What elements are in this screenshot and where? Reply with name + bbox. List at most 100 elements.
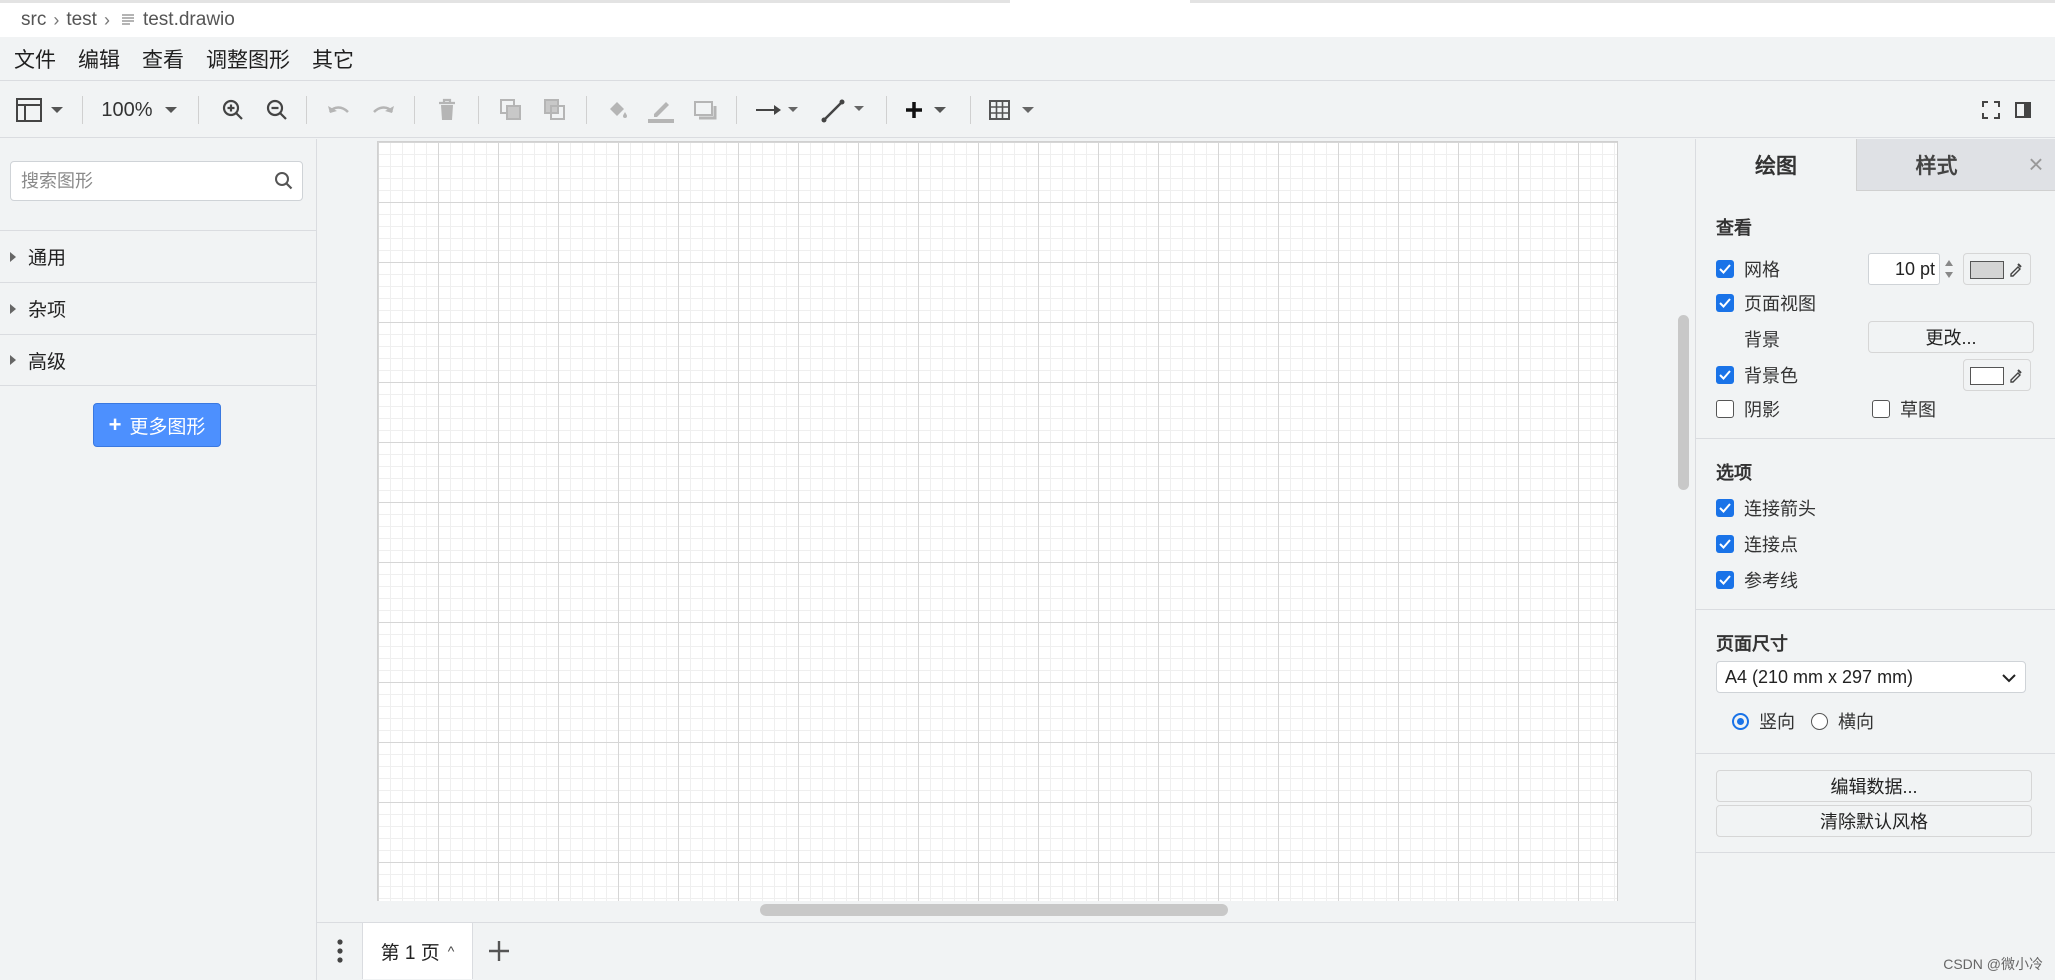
format-panel: 绘图 样式 × 查看 网格 10 pt 页面视图 背景 更改... 背景色 阴影… — [1695, 139, 2055, 980]
line-color-button[interactable] — [644, 82, 678, 138]
diagram-canvas[interactable] — [317, 139, 1695, 922]
breadcrumb-test[interactable]: test — [66, 9, 97, 31]
search-icon[interactable] — [274, 171, 294, 191]
zoom-in-icon — [222, 99, 243, 120]
connection-style-button[interactable] — [752, 82, 806, 138]
menu-extras[interactable]: 其它 — [312, 44, 354, 74]
clear-default-style-button[interactable]: 清除默认风格 — [1716, 805, 2032, 837]
breadcrumb-file[interactable]: test.drawio — [143, 9, 235, 31]
page-tab-1[interactable]: 第 1 页 ^ — [363, 923, 473, 979]
check-icon — [1719, 575, 1731, 585]
grid-color-button[interactable] — [1963, 253, 2031, 285]
waypoints-button[interactable] — [818, 82, 872, 138]
options-heading: 选项 — [1716, 463, 1752, 483]
trash-icon — [439, 98, 455, 120]
menu-file[interactable]: 文件 — [14, 44, 56, 74]
fill-bucket-icon — [610, 102, 627, 118]
horizontal-scrollbar[interactable] — [760, 904, 1228, 916]
menubar: 文件 编辑 查看 调整图形 其它 — [0, 37, 2055, 81]
bg-color-button[interactable] — [1963, 359, 2031, 391]
grid-color-swatch — [1970, 261, 2004, 279]
connection-points-option: 连接点 — [1716, 531, 1798, 557]
page-view-checkbox[interactable] — [1716, 294, 1734, 312]
sidebar-section-advanced[interactable]: 高级 — [0, 334, 316, 386]
to-front-button[interactable] — [494, 82, 528, 138]
zoom-level: 100% — [101, 98, 153, 121]
sketch-label: 草图 — [1900, 400, 1936, 420]
section-label: 通用 — [28, 248, 67, 269]
eyedropper-icon — [2010, 263, 2022, 277]
undo-button[interactable] — [322, 82, 356, 138]
grid-size-stepper[interactable] — [1941, 254, 1957, 284]
zoom-in-button[interactable] — [216, 82, 250, 138]
menu-view[interactable]: 查看 — [142, 44, 184, 74]
vertical-scrollbar[interactable] — [1678, 315, 1689, 490]
layout-panel-icon — [16, 98, 63, 122]
fullscreen-button[interactable] — [1974, 82, 2008, 138]
tab-diagram[interactable]: 绘图 — [1696, 139, 1856, 191]
zoom-dropdown[interactable]: 100% — [96, 82, 186, 138]
bg-color-option: 背景色 — [1716, 362, 1798, 388]
connection-arrows-checkbox[interactable] — [1716, 499, 1734, 517]
sidebar-section-misc[interactable]: 杂项 — [0, 282, 316, 334]
undo-icon — [328, 106, 349, 113]
portrait-radio[interactable] — [1732, 712, 1749, 730]
to-back-icon — [544, 99, 565, 120]
check-icon — [1719, 264, 1731, 274]
to-back-button[interactable] — [538, 82, 572, 138]
menu-edit[interactable]: 编辑 — [78, 44, 120, 74]
zoom-out-button[interactable] — [260, 82, 294, 138]
format-panel-toggle[interactable] — [2006, 82, 2040, 138]
fill-color-button[interactable] — [600, 82, 634, 138]
vertical-dots-icon — [336, 939, 343, 963]
sketch-checkbox[interactable] — [1872, 400, 1890, 418]
background-label: 背景 — [1744, 330, 1780, 350]
shadow-button[interactable] — [688, 82, 722, 138]
delete-button[interactable] — [430, 82, 464, 138]
pages-menu-button[interactable] — [317, 923, 363, 979]
guides-checkbox[interactable] — [1716, 571, 1734, 589]
page-tab-label: 第 1 页 — [380, 942, 440, 964]
bg-color-checkbox[interactable] — [1716, 366, 1734, 384]
insert-button[interactable] — [902, 82, 956, 138]
page-view-option: 页面视图 — [1716, 290, 1816, 316]
grid-page[interactable] — [377, 141, 1618, 901]
breadcrumb-src[interactable]: src — [21, 9, 46, 31]
redo-button[interactable] — [366, 82, 400, 138]
chevron-right-icon: › — [103, 9, 110, 30]
stepper-arrows-icon — [1945, 260, 1953, 278]
connection-arrows-label: 连接箭头 — [1744, 499, 1816, 519]
panel-right-icon — [2015, 102, 2031, 118]
page-size-select[interactable]: A4 (210 mm x 297 mm) — [1716, 661, 2026, 693]
divider — [1696, 609, 2055, 610]
add-page-button[interactable] — [477, 923, 521, 979]
zoom-out-icon — [266, 99, 287, 120]
connection-points-label: 连接点 — [1744, 535, 1798, 555]
portrait-label: 竖向 — [1759, 712, 1795, 732]
chevron-up-icon[interactable]: ^ — [448, 943, 455, 959]
change-background-button[interactable]: 更改... — [1868, 321, 2034, 353]
diagonal-line-icon — [821, 99, 864, 123]
landscape-radio[interactable] — [1811, 712, 1828, 730]
layout-panel-button[interactable] — [12, 82, 66, 138]
shadow-checkbox[interactable] — [1716, 400, 1734, 418]
grid-size-input[interactable]: 10 pt — [1868, 253, 1940, 285]
eyedropper-icon — [2010, 369, 2022, 383]
connection-points-checkbox[interactable] — [1716, 535, 1734, 553]
tab-style[interactable]: 样式 — [1856, 139, 2016, 191]
close-icon[interactable]: × — [2016, 139, 2055, 191]
edit-data-button[interactable]: 编辑数据... — [1716, 770, 2032, 802]
sidebar-section-general[interactable]: 通用 — [0, 230, 316, 282]
expand-triangle-icon — [10, 355, 16, 365]
search-input[interactable] — [21, 169, 261, 193]
menu-arrange[interactable]: 调整图形 — [206, 44, 290, 74]
chevron-down-icon — [164, 107, 177, 113]
table-button[interactable] — [986, 82, 1040, 138]
grid-checkbox[interactable] — [1716, 260, 1734, 278]
check-icon — [1719, 298, 1731, 308]
search-box — [10, 161, 303, 201]
section-label: 高级 — [28, 351, 67, 373]
background-option: 背景 — [1744, 326, 1780, 352]
to-front-icon — [500, 99, 521, 120]
more-shapes-button[interactable]: + 更多图形 — [93, 403, 221, 447]
